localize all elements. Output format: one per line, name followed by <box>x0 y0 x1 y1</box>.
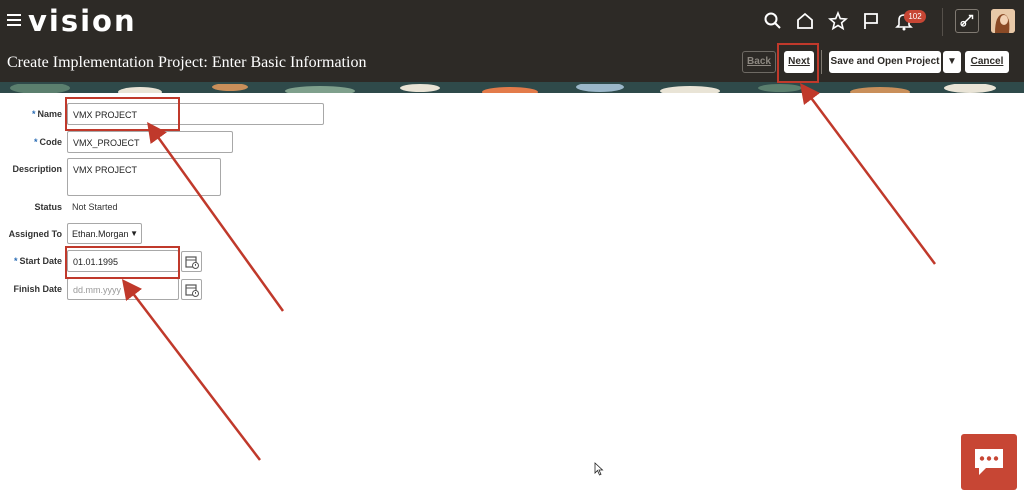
assigned-to-select[interactable]: Ethan.Morgan ▼ <box>67 223 142 244</box>
description-textarea[interactable]: VMX PROJECT <box>67 158 221 196</box>
calendar-icon[interactable] <box>181 279 202 300</box>
home-icon[interactable] <box>795 11 815 31</box>
code-input[interactable]: VMX_PROJECT <box>67 131 233 153</box>
code-label: * Code <box>33 137 62 147</box>
page-title: Create Implementation Project: Enter Bas… <box>7 54 367 71</box>
status-label: Status <box>34 202 62 212</box>
search-icon[interactable] <box>763 11 783 31</box>
name-label: * Name <box>31 109 62 119</box>
button-divider <box>821 50 822 74</box>
start-date-label: * Start Date <box>13 256 62 266</box>
tool-icon[interactable] <box>955 9 979 33</box>
back-button[interactable]: Back <box>742 51 776 73</box>
cancel-button[interactable]: Cancel <box>965 51 1009 73</box>
chat-icon[interactable] <box>961 434 1017 490</box>
name-input[interactable]: VMX PROJECT <box>67 103 324 125</box>
notification-count-badge: 102 <box>904 10 926 23</box>
mouse-cursor-icon <box>594 462 604 476</box>
favorites-star-icon[interactable] <box>828 10 848 31</box>
next-button[interactable]: Next <box>784 51 814 73</box>
decorative-banner <box>0 82 1024 93</box>
chevron-down-icon: ▼ <box>130 229 138 238</box>
save-and-open-project-button[interactable]: Save and Open Project <box>829 51 941 73</box>
user-avatar[interactable] <box>991 9 1015 33</box>
app-logo[interactable]: vision <box>28 4 137 38</box>
assigned-to-label: Assigned To <box>8 229 62 239</box>
flag-icon[interactable] <box>861 11 881 31</box>
status-value: Not Started <box>72 202 118 212</box>
finish-date-label: Finish Date <box>13 284 62 294</box>
description-label: Description <box>12 164 62 174</box>
header-divider <box>942 8 943 36</box>
assigned-to-value: Ethan.Morgan <box>72 229 129 239</box>
menu-icon[interactable] <box>7 14 21 26</box>
global-header: vision 102 <box>0 0 1024 44</box>
save-options-dropdown-button[interactable]: ▼ <box>943 51 961 73</box>
start-date-input[interactable]: 01.01.1995 <box>67 250 179 272</box>
finish-date-input[interactable]: dd.mm.yyyy <box>67 278 179 300</box>
calendar-icon[interactable] <box>181 251 202 272</box>
